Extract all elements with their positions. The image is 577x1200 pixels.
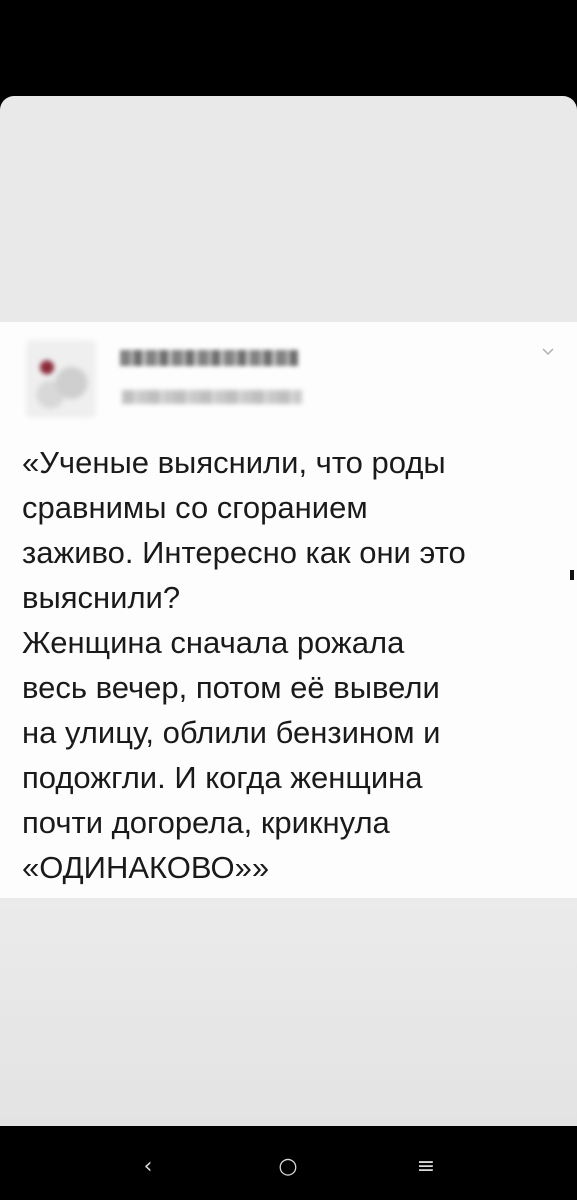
scroll-indicator [570,570,574,580]
avatar-blurred[interactable] [26,340,96,418]
recents-icon[interactable]: ≡ [406,1146,446,1186]
back-icon[interactable]: ‹ [128,1146,168,1186]
tweet-text: «Ученые выяснили, что роды сравнимы со с… [22,445,466,885]
dimmed-overlay-bottom [0,898,577,1126]
phone-screen: «Ученые выяснили, что роды сравнимы со с… [0,0,577,1200]
system-navigation-bar: ‹ ○ ≡ [0,1126,577,1200]
home-icon[interactable]: ○ [268,1146,308,1186]
dimmed-overlay-top [0,96,577,322]
author-handle-blurred [122,390,302,404]
author-name-blurred[interactable] [120,350,298,366]
tweet-card[interactable]: «Ученые выяснили, что роды сравнимы со с… [0,322,577,898]
chevron-down-icon[interactable] [540,344,556,360]
